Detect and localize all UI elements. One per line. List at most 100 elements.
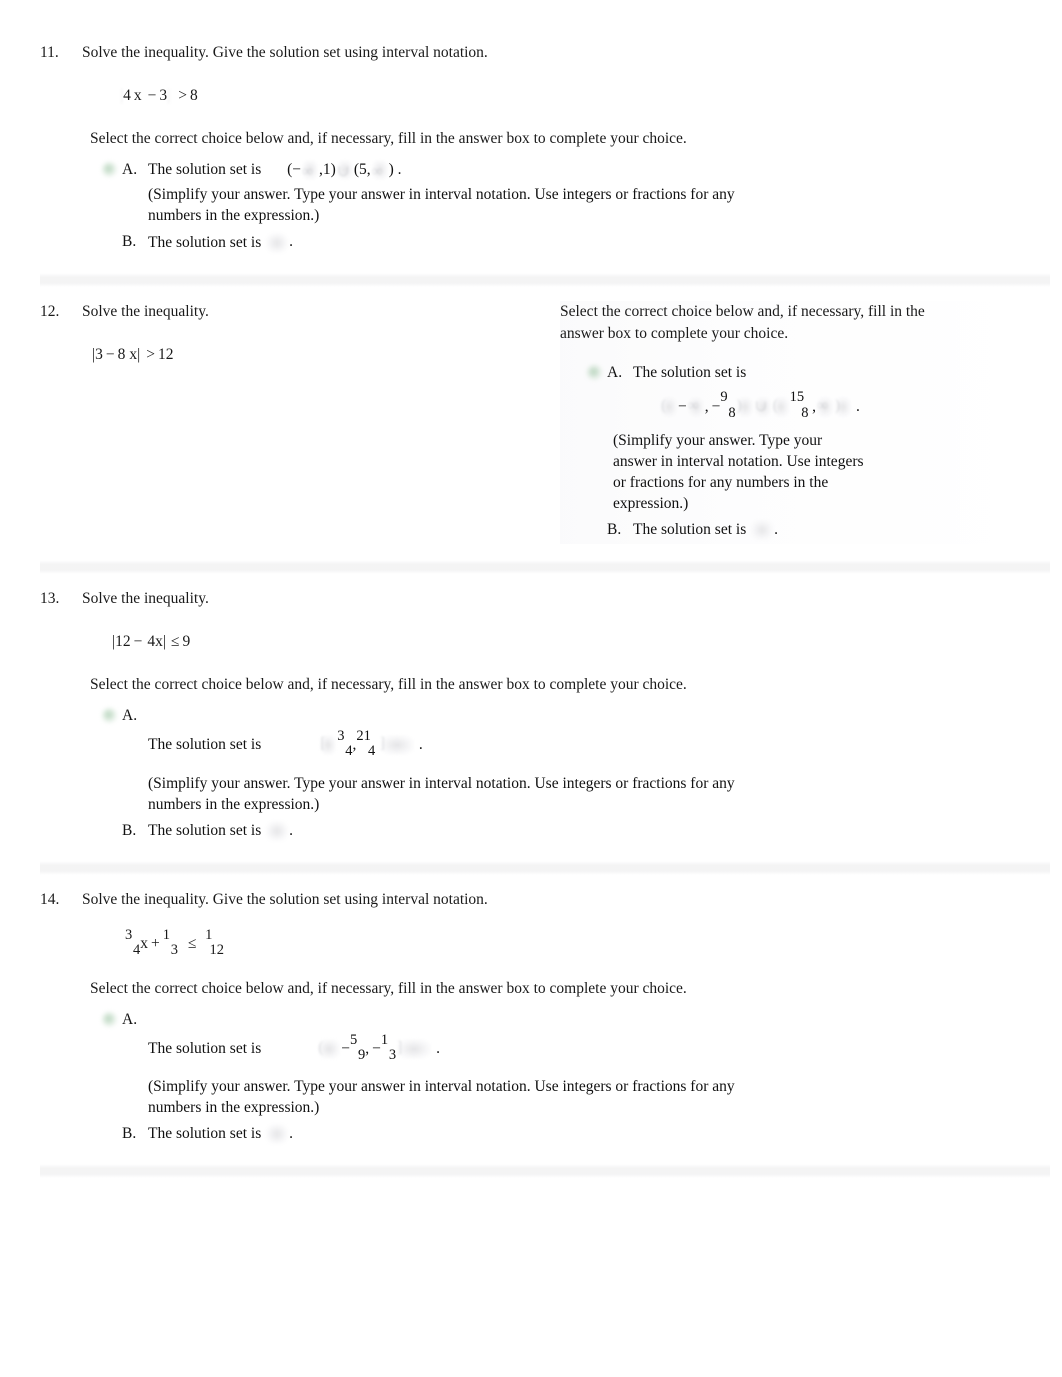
problem-12-choice-a[interactable]: A. The solution set is xyxy=(585,361,952,385)
choice-a-letter: A. xyxy=(607,363,623,381)
answer-box-a[interactable]: (−∞ ,1)∪ (5,∞) . xyxy=(287,160,402,181)
problem-13-choice-a[interactable]: A. xyxy=(100,704,1032,728)
solution-set-label: The solution set is xyxy=(148,1125,262,1143)
rparen-faded-2: ) xyxy=(835,396,851,417)
radio-selected-icon[interactable] xyxy=(585,363,607,385)
problem-13-instruction: Select the correct choice below and, if … xyxy=(90,676,687,694)
problem-12-instruction: Select the correct choice below and, if … xyxy=(560,302,925,342)
section-divider xyxy=(40,861,1050,876)
problem-11: 11. Solve the inequality. Give the solut… xyxy=(0,0,1062,255)
radio-selected-icon[interactable] xyxy=(100,1010,122,1032)
problem-12-choices: A. The solution set is (−∞,− 9 8 )∪( xyxy=(585,361,952,542)
answer-box-b[interactable] xyxy=(266,232,289,253)
answer-box-b[interactable] xyxy=(266,1124,289,1145)
fraction-21-over-4: 21 4 xyxy=(356,728,376,760)
lparen-faded: ( xyxy=(661,396,677,417)
rbracket-faded: ] xyxy=(397,1038,432,1059)
problem-13-number: 13. xyxy=(40,590,60,608)
fraction-1-over-3: 1 3 xyxy=(380,1031,397,1063)
fraction-3-over-4: 3 4 xyxy=(125,927,141,959)
radio-unselected-icon[interactable] xyxy=(100,232,122,254)
abs-bar-right-icon: | xyxy=(162,633,166,651)
problem-14-number: 14. xyxy=(40,891,60,909)
fraction-1-over-3: 1 3 xyxy=(162,927,178,959)
choice-b-letter: B. xyxy=(122,821,137,839)
abs-bar-right-icon: | xyxy=(137,345,141,363)
problem-14-header: 14. Solve the inequality. Give the solut… xyxy=(40,889,1032,911)
solution-set-label: The solution set is xyxy=(633,364,747,382)
problem-12-left-column: 12. Solve the inequality. | 3−8 x | >12 xyxy=(40,301,560,369)
answer-box-b[interactable] xyxy=(266,821,289,842)
problem-13-choice-b[interactable]: B. The solution set is . xyxy=(100,819,1032,843)
infinity-glyph-faded-2: ∞ xyxy=(371,160,388,181)
problem-11-choices: A. The solution set is (−∞ ,1)∪ (5,∞) . (S… xyxy=(100,158,1032,255)
choice-b-body: The solution set is . xyxy=(148,230,1032,254)
lparen-faded: ( xyxy=(318,1038,341,1059)
infinity-glyph-faded: ∞ xyxy=(302,160,319,181)
problem-13-header: 13. Solve the inequality. xyxy=(40,588,1032,610)
radio-unselected-icon[interactable] xyxy=(100,1124,122,1146)
choice-a-letter: A. xyxy=(122,707,138,725)
abs-bar-right-icon: | xyxy=(167,87,171,104)
radio-selected-icon[interactable] xyxy=(100,706,122,728)
problem-12-answer-expression[interactable]: (− ∞, − 9 8 ) ∪( 15 8 , ∞) . xyxy=(660,389,952,421)
choice-b-letter: B. xyxy=(122,233,137,251)
solution-set-label: The solution set is xyxy=(148,1039,262,1057)
problem-11-choice-a[interactable]: A. The solution set is (−∞ ,1)∪ (5,∞) . xyxy=(100,158,1032,182)
problem-14-expression: 3 4 x + 1 3 ≤ 1 12 xyxy=(125,927,225,959)
solution-set-label: The solution set is xyxy=(148,822,262,840)
problem-11-header: 11. Solve the inequality. Give the solut… xyxy=(40,42,1032,64)
problem-14-choices: A. The solution set is ( − 5 9 , − 1 3]… xyxy=(100,1008,1032,1147)
radio-selected-icon[interactable] xyxy=(100,160,122,182)
problem-12: 12. Solve the inequality. | 3−8 x | >12 Sele… xyxy=(0,295,1062,545)
answer-box-a[interactable]: ( − 5 9 , − 1 3 ] . xyxy=(317,1031,440,1064)
problem-12-right-column: Select the correct choice below and, if … xyxy=(560,300,1032,545)
lbracket-faded: [ xyxy=(320,735,337,756)
solution-set-label: The solution set is xyxy=(633,521,747,539)
fraction-5-over-9: 5 9 xyxy=(349,1031,366,1063)
problem-11-number: 11. xyxy=(40,44,59,61)
choice-b-body: The solution set is . xyxy=(148,1122,1032,1146)
choice-b-letter: B. xyxy=(122,1124,137,1142)
problem-14-choice-a[interactable]: A. xyxy=(100,1008,1032,1032)
answer-box-a[interactable]: [ 3 4 , 21 4 ] . xyxy=(319,728,423,760)
problem-13-answer-line[interactable]: The solution set is [ 3 4 , 21 4 ] . xyxy=(148,728,1032,760)
problem-12-number: 12. xyxy=(40,302,60,320)
choice-b-body: The solution set is . xyxy=(148,819,1032,843)
problem-13-expression: | 12−4x | ≤9 xyxy=(112,628,1032,656)
rbracket-faded: ] xyxy=(379,735,414,756)
problem-11-hint: (Simplify your answer. Type your answer … xyxy=(148,186,735,225)
solution-set-label: The solution set is xyxy=(148,736,262,754)
problem-11-stem: Solve the inequality. Give the solution … xyxy=(82,44,488,61)
problem-11-instruction: Select the correct choice below and, if … xyxy=(90,130,687,147)
radio-unselected-icon[interactable] xyxy=(100,821,122,843)
union-glyph-faded: ∪ xyxy=(336,160,353,181)
choice-a-body: The solution set is (−∞ ,1)∪ (5,∞) . xyxy=(148,158,1032,182)
solution-set-label: The solution set is xyxy=(148,161,262,179)
choice-a-letter: A. xyxy=(122,1010,138,1028)
problem-13: 13. Solve the inequality. | 12−4x | ≤9 Sele… xyxy=(0,582,1062,843)
problem-14-stem: Solve the inequality. Give the solution … xyxy=(82,891,488,909)
problem-12-choice-b[interactable]: B. The solution set is . xyxy=(585,518,952,542)
problem-14-instruction: Select the correct choice below and, if … xyxy=(90,979,687,997)
choice-b-letter: B. xyxy=(607,520,622,538)
choice-b-body: The solution set is . xyxy=(633,518,952,542)
answer-box-b[interactable] xyxy=(751,520,774,541)
problem-12-hint: (Simplify your answer. Type your answer … xyxy=(613,431,864,512)
radio-unselected-icon[interactable] xyxy=(585,520,607,542)
fraction-1-over-12: 1 12 xyxy=(205,927,225,959)
problem-11-expression: | 4 x − 3 | > 8 xyxy=(120,82,1032,110)
abs-bar-left-icon: | xyxy=(120,87,124,104)
problem-13-stem: Solve the inequality. xyxy=(82,590,209,608)
choice-a-letter: A. xyxy=(122,161,138,178)
problem-12-stem: Solve the inequality. xyxy=(82,302,209,320)
infinity-glyph-faded-2: ∞ xyxy=(817,396,833,417)
section-divider-bottom xyxy=(40,1164,1050,1179)
infinity-glyph-faded: ∞ xyxy=(687,396,704,417)
problem-14-answer-line[interactable]: The solution set is ( − 5 9 , − 1 3 ] . xyxy=(148,1031,1032,1064)
problem-11-choice-b[interactable]: B. The solution set is . xyxy=(100,230,1032,254)
problem-14-choice-b[interactable]: B. The solution set is . xyxy=(100,1122,1032,1146)
solution-set-label: The solution set is xyxy=(148,233,262,251)
fraction-15-over-8: 15 8 xyxy=(789,389,809,421)
problem-14: 14. Solve the inequality. Give the solut… xyxy=(0,883,1062,1146)
